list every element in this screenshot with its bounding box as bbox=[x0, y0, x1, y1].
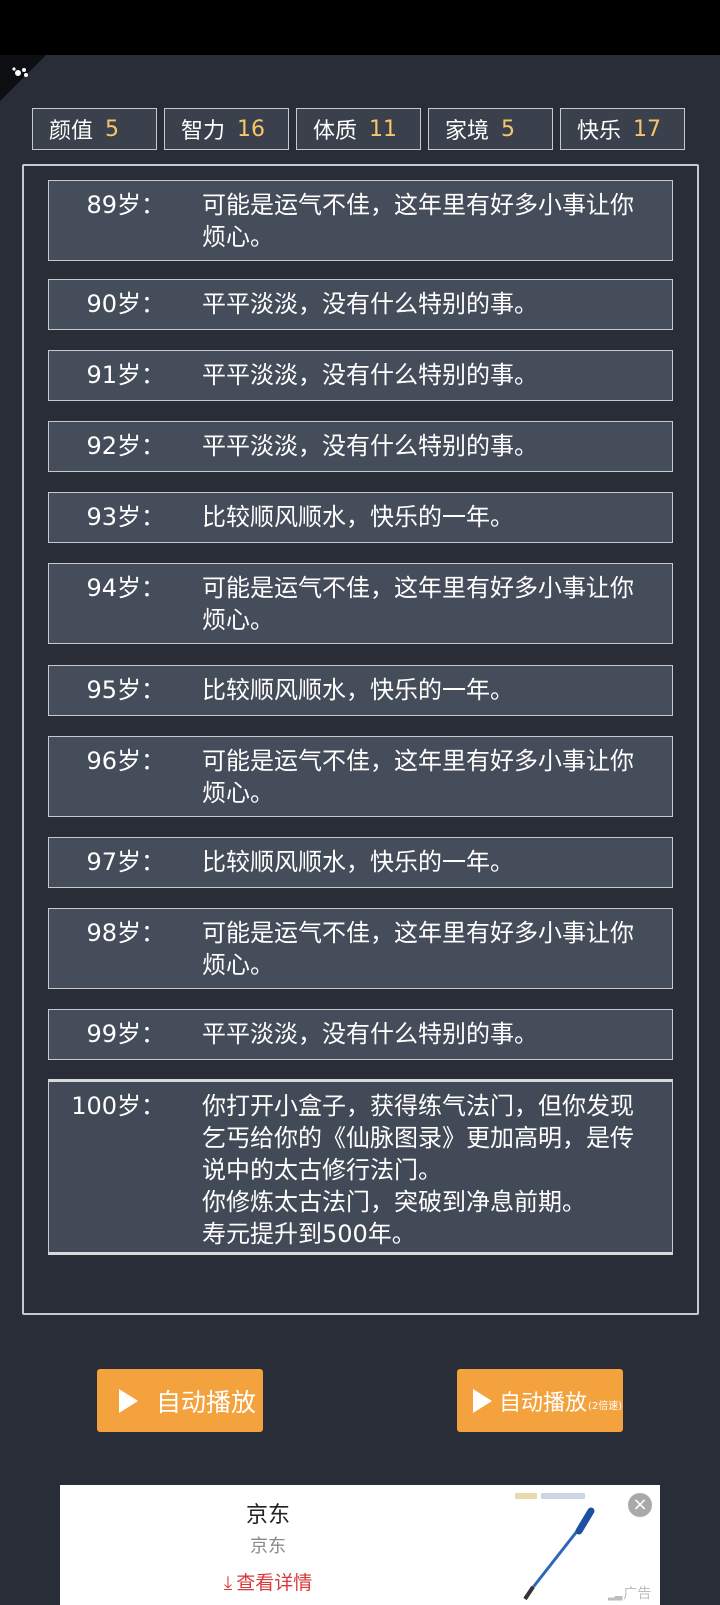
stat-label: 体质 bbox=[313, 119, 358, 144]
entry-age: 96岁： bbox=[86, 747, 165, 775]
ad-title: 京东 bbox=[245, 1503, 290, 1528]
signal-icon: ▂▃ bbox=[608, 1590, 622, 1601]
entry-text: 比较顺风顺水，快乐的一年。 bbox=[202, 848, 514, 876]
stat-family: 家境 5 bbox=[428, 108, 553, 150]
play-icon bbox=[119, 1388, 138, 1413]
stat-value: 5 bbox=[105, 116, 120, 142]
entry-text: 比较顺风顺水，快乐的一年。 bbox=[202, 676, 514, 704]
stat-value: 16 bbox=[237, 116, 266, 142]
stat-label: 颜值 bbox=[49, 119, 94, 144]
stat-value: 11 bbox=[369, 116, 398, 142]
entry-age: 90岁： bbox=[86, 290, 165, 318]
autoplay-button[interactable]: 自动播放 bbox=[97, 1369, 263, 1432]
ad-link-label: 查看详情 bbox=[236, 1572, 313, 1594]
log-entry: 93岁： 比较顺风顺水，快乐的一年。 bbox=[48, 492, 673, 543]
entry-text: 平平淡淡，没有什么特别的事。 bbox=[202, 1020, 538, 1048]
status-bar bbox=[0, 0, 720, 55]
autoplay-2x-label: 自动播放 bbox=[499, 1390, 588, 1416]
log-entry: 91岁： 平平淡淡，没有什么特别的事。 bbox=[48, 350, 673, 401]
ad-subtitle: 京东 bbox=[250, 1536, 286, 1557]
log-entry: 96岁： 可能是运气不佳，这年里有好多小事让你烦心。 bbox=[48, 736, 673, 817]
entry-text: 可能是运气不佳，这年里有好多小事让你烦心。 bbox=[202, 191, 634, 251]
entry-age: 100岁： bbox=[71, 1092, 165, 1120]
log-entry: 98岁： 可能是运气不佳，这年里有好多小事让你烦心。 bbox=[48, 908, 673, 989]
entry-age: 89岁： bbox=[86, 191, 165, 219]
stat-value: 5 bbox=[501, 116, 516, 142]
ad-label: ▂▃ 广告 bbox=[608, 1586, 652, 1602]
log-entry: 89岁： 可能是运气不佳，这年里有好多小事让你烦心。 bbox=[48, 180, 673, 261]
stat-label: 快乐 bbox=[577, 119, 622, 144]
entry-age: 94岁： bbox=[86, 574, 165, 602]
log-entry-latest: 100岁： 你打开小盒子，获得练气法门，但你发现乞丐给你的《仙脉图录》更加高明，… bbox=[48, 1079, 673, 1255]
entry-text: 你打开小盒子，获得练气法门，但你发现乞丐给你的《仙脉图录》更加高明，是传说中的太… bbox=[202, 1092, 634, 1248]
wiper-product-image bbox=[515, 1493, 595, 1601]
stat-value: 17 bbox=[633, 116, 662, 142]
entry-age: 91岁： bbox=[86, 361, 165, 389]
entry-text: 平平淡淡，没有什么特别的事。 bbox=[202, 290, 538, 318]
entry-text: 平平淡淡，没有什么特别的事。 bbox=[202, 432, 538, 460]
entry-text: 可能是运气不佳，这年里有好多小事让你烦心。 bbox=[202, 919, 634, 979]
stat-constitution: 体质 11 bbox=[296, 108, 421, 150]
ad-close-icon[interactable]: × bbox=[628, 1493, 652, 1517]
autoplay-label: 自动播放 bbox=[156, 1387, 257, 1417]
life-event-log[interactable]: 89岁： 可能是运气不佳，这年里有好多小事让你烦心。 90岁： 平平淡淡，没有什… bbox=[22, 164, 699, 1315]
stat-intelligence: 智力 16 bbox=[164, 108, 289, 150]
entry-age: 97岁： bbox=[86, 848, 165, 876]
stat-appearance: 颜值 5 bbox=[32, 108, 157, 150]
entry-age: 95岁： bbox=[86, 676, 165, 704]
autoplay-2x-button[interactable]: 自动播放 (2倍速) bbox=[457, 1369, 623, 1432]
stat-label: 家境 bbox=[445, 119, 490, 144]
ad-details-link[interactable]: ⤓ 查看详情 bbox=[60, 1568, 476, 1595]
cat-paw-icon bbox=[12, 67, 28, 77]
attribute-bar: 颜值 5 智力 16 体质 11 家境 5 快乐 17 bbox=[32, 108, 688, 150]
log-entry: 90岁： 平平淡淡，没有什么特别的事。 bbox=[48, 279, 673, 330]
play-icon bbox=[473, 1388, 492, 1413]
log-entry: 95岁： 比较顺风顺水，快乐的一年。 bbox=[48, 665, 673, 716]
stat-happiness: 快乐 17 bbox=[560, 108, 685, 150]
stat-label: 智力 bbox=[181, 119, 226, 144]
log-entry: 97岁： 比较顺风顺水，快乐的一年。 bbox=[48, 837, 673, 888]
speed-suffix: (2倍速) bbox=[588, 1401, 623, 1412]
entry-age: 99岁： bbox=[86, 1020, 165, 1048]
ad-banner[interactable]: 京东 京东 ⤓ 查看详情 × ▂▃ 广告 bbox=[60, 1485, 660, 1605]
entry-text: 平平淡淡，没有什么特别的事。 bbox=[202, 361, 538, 389]
entry-text: 可能是运气不佳，这年里有好多小事让你烦心。 bbox=[202, 574, 634, 634]
entry-text: 比较顺风顺水，快乐的一年。 bbox=[202, 503, 514, 531]
log-entry: 94岁： 可能是运气不佳，这年里有好多小事让你烦心。 bbox=[48, 563, 673, 644]
entry-age: 98岁： bbox=[86, 919, 165, 947]
log-entry: 99岁： 平平淡淡，没有什么特别的事。 bbox=[48, 1009, 673, 1060]
log-entry: 92岁： 平平淡淡，没有什么特别的事。 bbox=[48, 421, 673, 472]
entry-age: 93岁： bbox=[86, 503, 165, 531]
entry-age: 92岁： bbox=[86, 432, 165, 460]
entry-text: 可能是运气不佳，这年里有好多小事让你烦心。 bbox=[202, 747, 634, 807]
download-arrow-icon: ⤓ bbox=[223, 1572, 233, 1594]
